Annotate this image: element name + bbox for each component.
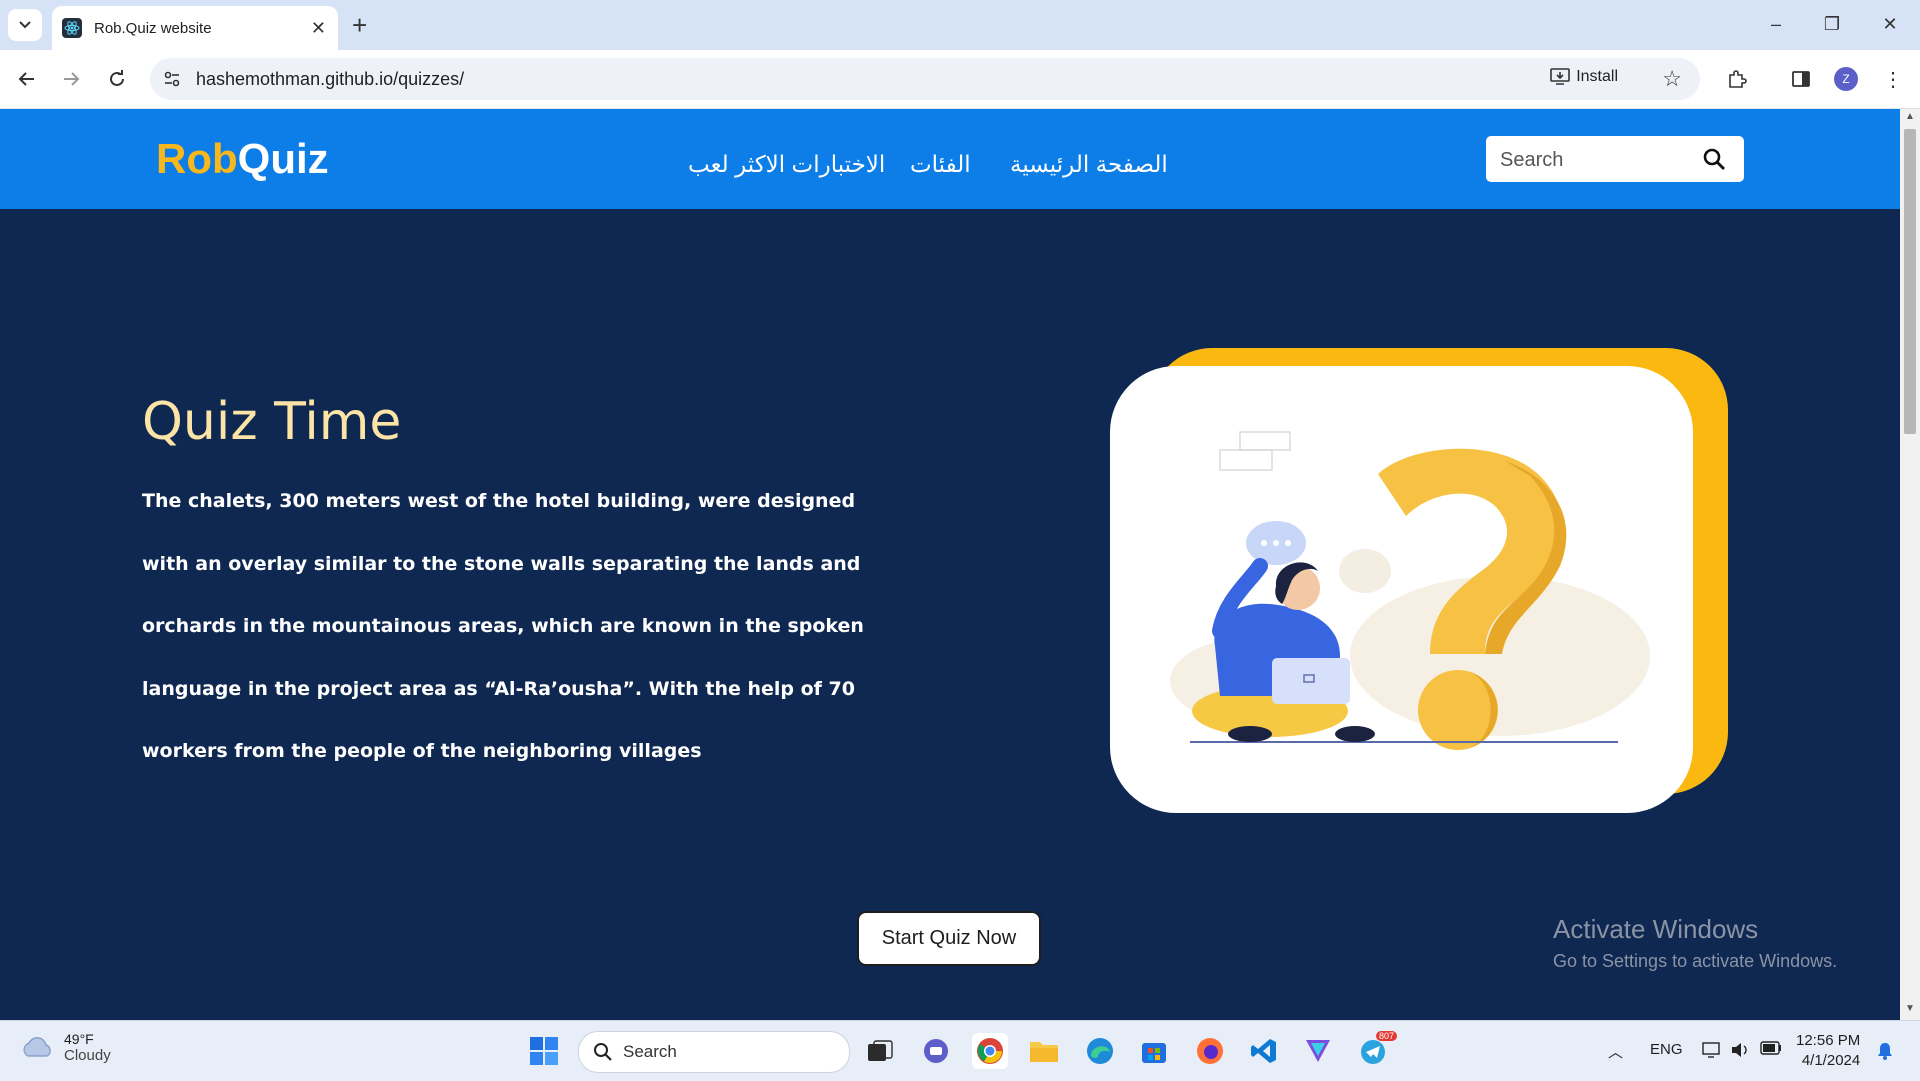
side-panel-icon	[1792, 71, 1810, 87]
start-quiz-button[interactable]: Start Quiz Now	[857, 911, 1041, 966]
system-clock[interactable]: 12:56 PM 4/1/2024	[1796, 1031, 1860, 1071]
edge-icon	[1087, 1038, 1113, 1064]
nav-most-played-link[interactable]: الاختبارات الاكثر لعب	[688, 151, 885, 178]
vscode-button[interactable]	[1246, 1033, 1282, 1069]
activate-windows-watermark: Activate Windows Go to Settings to activ…	[1553, 914, 1837, 972]
windows-logo-icon	[530, 1037, 558, 1065]
task-view-icon	[868, 1040, 893, 1061]
forward-button[interactable]	[56, 64, 86, 94]
cloud-icon	[23, 1036, 51, 1057]
triangle-app-icon	[1306, 1040, 1330, 1062]
taskbar-search[interactable]: Search	[578, 1031, 850, 1073]
language-indicator[interactable]: ENG	[1650, 1041, 1683, 1058]
notification-bell-icon[interactable]	[1876, 1041, 1894, 1065]
windows-taskbar: 49°F Cloudy Search 807 ︿ ENG 12:56 PM 4/…	[0, 1020, 1920, 1081]
minimize-button[interactable]: –	[1756, 10, 1796, 38]
tab-title: Rob.Quiz website	[94, 19, 212, 37]
logo-rob: Rob	[156, 135, 238, 182]
question-person-illustration	[1170, 431, 1650, 750]
store-icon	[1142, 1043, 1166, 1063]
browser-menu-button[interactable]: ⋮	[1878, 64, 1908, 94]
site-search-box	[1486, 136, 1744, 182]
start-button[interactable]	[526, 1033, 562, 1069]
arrow-left-icon	[18, 72, 34, 86]
tab-close-icon[interactable]: ✕	[311, 18, 326, 39]
browser-tab[interactable]: Rob.Quiz website ✕	[52, 6, 338, 50]
weather-temp: 49°F	[64, 1031, 94, 1047]
tab-search-button[interactable]	[8, 9, 42, 41]
file-explorer-button[interactable]	[1026, 1033, 1062, 1069]
tray-overflow-icon[interactable]: ︿	[1608, 1041, 1623, 1062]
chrome-taskbar-button[interactable]	[972, 1033, 1008, 1069]
search-icon[interactable]	[1702, 147, 1726, 171]
react-favicon-icon	[62, 18, 82, 38]
address-bar[interactable]: hashemothman.github.io/quizzes/ Install …	[150, 58, 1700, 100]
puzzle-icon	[1729, 70, 1747, 88]
telegram-button[interactable]: 807	[1356, 1031, 1398, 1069]
chevron-down-icon	[19, 21, 31, 29]
url-text[interactable]: hashemothman.github.io/quizzes/	[196, 69, 464, 90]
restore-button[interactable]: ❐	[1812, 10, 1852, 38]
activate-windows-title: Activate Windows	[1553, 914, 1759, 944]
nav-categories-link[interactable]: الفئات	[910, 151, 971, 178]
teams-chat-button[interactable]	[918, 1033, 954, 1069]
nav-home-link[interactable]: الصفحة الرئيسية	[1010, 151, 1168, 178]
browser-toolbar: hashemothman.github.io/quizzes/ Install …	[0, 50, 1920, 109]
site-search-input[interactable]	[1498, 146, 1692, 174]
telegram-badge: 807	[1376, 1031, 1398, 1041]
scroll-up-icon[interactable]: ▲	[1904, 111, 1916, 122]
volume-icon[interactable]	[1730, 1041, 1750, 1063]
battery-icon[interactable]	[1760, 1041, 1782, 1059]
site-logo[interactable]: RobQuiz	[156, 135, 329, 183]
firefox-button[interactable]	[1192, 1033, 1228, 1069]
reload-button[interactable]	[102, 64, 132, 94]
install-label: Install	[1576, 68, 1618, 85]
firefox-icon	[1197, 1038, 1223, 1064]
store-button[interactable]	[1136, 1033, 1172, 1069]
clock-time: 12:56 PM	[1796, 1032, 1861, 1049]
weather-condition: Cloudy	[64, 1047, 111, 1064]
folder-icon	[1030, 1042, 1058, 1062]
scroll-down-icon[interactable]: ▼	[1904, 1003, 1916, 1014]
close-window-button[interactable]: ✕	[1870, 10, 1910, 38]
site-settings-icon[interactable]	[162, 69, 182, 89]
site-header: RobQuiz الصفحة الرئيسية الفئات الاختبارا…	[0, 109, 1900, 209]
app-triangle-button[interactable]	[1300, 1033, 1336, 1069]
hero-title: Quiz Time	[142, 392, 402, 452]
weather-widget[interactable]: 49°F Cloudy	[20, 1031, 111, 1064]
clock-date: 4/1/2024	[1801, 1052, 1861, 1069]
back-button[interactable]	[12, 64, 42, 94]
hero-paragraph: The chalets, 300 meters west of the hote…	[142, 490, 864, 762]
search-icon	[594, 1043, 612, 1061]
hero-illustration-card	[1110, 366, 1693, 813]
network-icon[interactable]	[1702, 1041, 1722, 1063]
install-monitor-icon	[1550, 68, 1571, 85]
taskbar-search-label: Search	[623, 1042, 677, 1061]
browser-tab-strip: Rob.Quiz website ✕ + – ❐ ✕	[0, 0, 1920, 50]
reload-icon	[110, 70, 124, 86]
logo-quiz: Quiz	[237, 135, 329, 182]
task-view-button[interactable]	[862, 1033, 898, 1069]
page-scrollbar[interactable]: ▲ ▼	[1900, 109, 1920, 1020]
kebab-menu-icon: ⋮	[1883, 68, 1903, 91]
extensions-button[interactable]	[1722, 64, 1752, 94]
activate-windows-subtitle: Go to Settings to activate Windows.	[1553, 951, 1838, 971]
install-app-button[interactable]: Install	[1550, 68, 1618, 86]
new-tab-button[interactable]: +	[352, 10, 367, 40]
vscode-icon	[1251, 1039, 1276, 1063]
bookmark-star-icon[interactable]: ☆	[1662, 66, 1682, 92]
side-panel-button[interactable]	[1786, 64, 1816, 94]
chrome-icon	[977, 1038, 1003, 1064]
scrollbar-thumb[interactable]	[1904, 129, 1916, 434]
arrow-right-icon	[64, 72, 80, 86]
profile-avatar[interactable]: Z	[1834, 67, 1858, 91]
chat-icon	[924, 1039, 948, 1063]
edge-button[interactable]	[1082, 1033, 1118, 1069]
